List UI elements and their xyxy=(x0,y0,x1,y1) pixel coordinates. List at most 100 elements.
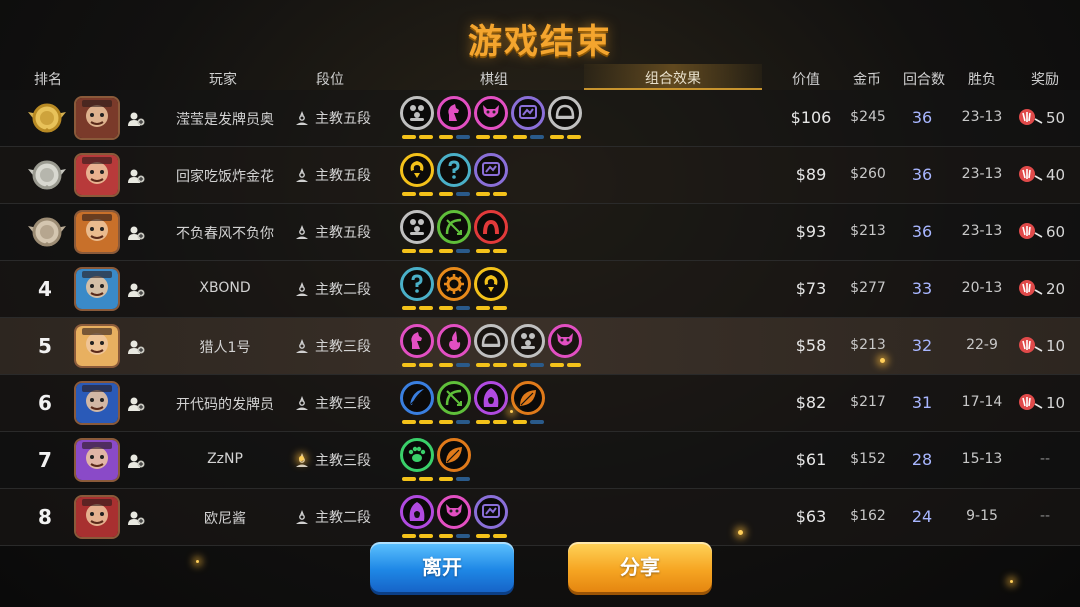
add-friend-icon[interactable] xyxy=(127,509,145,527)
synergy-bar xyxy=(456,192,470,196)
tab-combo-effect[interactable]: 组合效果 xyxy=(584,64,762,90)
gold-cell: $245 xyxy=(850,109,886,125)
troops-icon[interactable] xyxy=(511,324,545,358)
table-row[interactable]: 不负春风不负你 主教五段 $93 $213 36 23-13 60 xyxy=(0,204,1080,261)
feather-icon[interactable] xyxy=(400,381,434,415)
add-friend-icon[interactable] xyxy=(127,224,145,242)
troops-icon[interactable] xyxy=(400,210,434,244)
tier-label: 主教三段 xyxy=(315,453,371,469)
bishop-icon xyxy=(294,510,315,526)
player-name: 欧尼酱 xyxy=(204,511,246,527)
player-name: 滢莹是发牌员奥 xyxy=(176,112,274,128)
leaf-icon[interactable] xyxy=(437,438,471,472)
synergy-bar xyxy=(419,363,433,367)
leave-button[interactable]: 离开 xyxy=(370,542,514,592)
question-icon[interactable] xyxy=(400,267,434,301)
spirit-icon[interactable] xyxy=(474,267,508,301)
tier-label: 主教五段 xyxy=(315,111,371,127)
rounds-cell: 33 xyxy=(911,279,933,298)
player-name: 不负春风不负你 xyxy=(176,226,274,242)
bow-icon[interactable] xyxy=(437,381,471,415)
synergy-bar xyxy=(402,306,416,310)
reward-cell: 60 xyxy=(1018,221,1078,241)
avatar[interactable] xyxy=(74,267,120,311)
synergy-bar xyxy=(476,306,490,310)
player-name: XBOND xyxy=(199,280,251,296)
tier-label: 主教二段 xyxy=(315,510,371,526)
synergy-bar xyxy=(513,420,527,424)
add-friend-icon[interactable] xyxy=(127,110,145,128)
reward-amount: 10 xyxy=(1046,394,1066,412)
table-row[interactable]: 5 猎人1号 主教三段 $58 $213 32 22-9 10 xyxy=(0,318,1080,375)
bishop-icon xyxy=(294,168,315,184)
synergy-bar xyxy=(493,363,507,367)
bronze-medal-icon xyxy=(26,214,68,250)
avatar[interactable] xyxy=(74,210,120,254)
troops-icon[interactable] xyxy=(400,96,434,130)
rounds-cell: 24 xyxy=(911,507,933,526)
hood-icon[interactable] xyxy=(400,495,434,529)
synergy-bar xyxy=(476,363,490,367)
synergy-bar xyxy=(530,135,544,139)
flame-icon[interactable] xyxy=(437,324,471,358)
sparkle-decoration xyxy=(1010,580,1013,583)
player-name: 猎人1号 xyxy=(199,340,251,356)
spirit-icon[interactable] xyxy=(400,153,434,187)
knight-icon[interactable] xyxy=(400,324,434,358)
add-friend-icon[interactable] xyxy=(127,395,145,413)
synergy-bar xyxy=(402,363,416,367)
mech-icon[interactable] xyxy=(474,153,508,187)
add-friend-icon[interactable] xyxy=(127,281,145,299)
helmet-icon[interactable] xyxy=(474,324,508,358)
reward-cell: 10 xyxy=(1018,335,1078,355)
bow-icon[interactable] xyxy=(437,210,471,244)
avatar[interactable] xyxy=(74,495,120,539)
arch-icon[interactable] xyxy=(474,210,508,244)
table-row[interactable]: 回家吃饭炸金花 主教五段 $89 $260 36 23-13 40 xyxy=(0,147,1080,204)
leaf-icon[interactable] xyxy=(511,381,545,415)
paw-icon[interactable] xyxy=(400,438,434,472)
demon-icon[interactable] xyxy=(474,96,508,130)
rounds-cell: 28 xyxy=(911,450,933,469)
rank-number: 7 xyxy=(38,448,52,472)
table-row[interactable]: 4 XBOND 主教二段 $73 $277 33 20-13 20 xyxy=(0,261,1080,318)
reward-amount: 20 xyxy=(1046,280,1066,298)
avatar[interactable] xyxy=(74,324,120,368)
share-button[interactable]: 分享 xyxy=(568,542,712,592)
table-row[interactable]: 滢莹是发牌员奥 主教五段 $106 $245 36 23-13 50 xyxy=(0,90,1080,147)
synergy-bar xyxy=(493,249,507,253)
avatar[interactable] xyxy=(74,381,120,425)
demon-icon[interactable] xyxy=(548,324,582,358)
synergy-bar xyxy=(513,135,527,139)
add-friend-icon[interactable] xyxy=(127,167,145,185)
avatar[interactable] xyxy=(74,153,120,197)
synergy-bar xyxy=(456,249,470,253)
avatar[interactable] xyxy=(74,96,120,140)
header-rounds: 回合数 xyxy=(903,72,945,88)
add-friend-icon[interactable] xyxy=(127,452,145,470)
tier-cell: 主教五段 xyxy=(294,165,371,185)
question-icon[interactable] xyxy=(437,153,471,187)
sparkle-decoration xyxy=(738,530,743,535)
mech-icon[interactable] xyxy=(474,495,508,529)
synergy-bar xyxy=(402,534,416,538)
helmet-icon[interactable] xyxy=(548,96,582,130)
avatar[interactable] xyxy=(74,438,120,482)
header-player: 玩家 xyxy=(209,72,237,88)
table-row[interactable]: 8 欧尼酱 主教二段 $63 $162 24 9-15 -- xyxy=(0,489,1080,546)
table-row[interactable]: 6 开代码的发牌员 主教三段 $82 $217 31 17-14 10 xyxy=(0,375,1080,432)
mech-icon[interactable] xyxy=(511,96,545,130)
hood-icon[interactable] xyxy=(474,381,508,415)
add-friend-icon[interactable] xyxy=(127,338,145,356)
knight-icon[interactable] xyxy=(437,96,471,130)
results-table: 滢莹是发牌员奥 主教五段 $106 $245 36 23-13 50 回家吃饭炸金花 xyxy=(0,90,1080,546)
rank-number: 8 xyxy=(38,505,52,529)
rank-number: 6 xyxy=(38,391,52,415)
gear-icon[interactable] xyxy=(437,267,471,301)
table-row[interactable]: 7 ZzNP 主教三段 $61 $152 28 15-13 -- xyxy=(0,432,1080,489)
tier-cell: 主教五段 xyxy=(294,108,371,128)
header-rank: 排名 xyxy=(34,72,62,88)
gold-cell: $213 xyxy=(850,223,886,239)
rounds-cell: 31 xyxy=(911,393,933,412)
demon-icon[interactable] xyxy=(437,495,471,529)
